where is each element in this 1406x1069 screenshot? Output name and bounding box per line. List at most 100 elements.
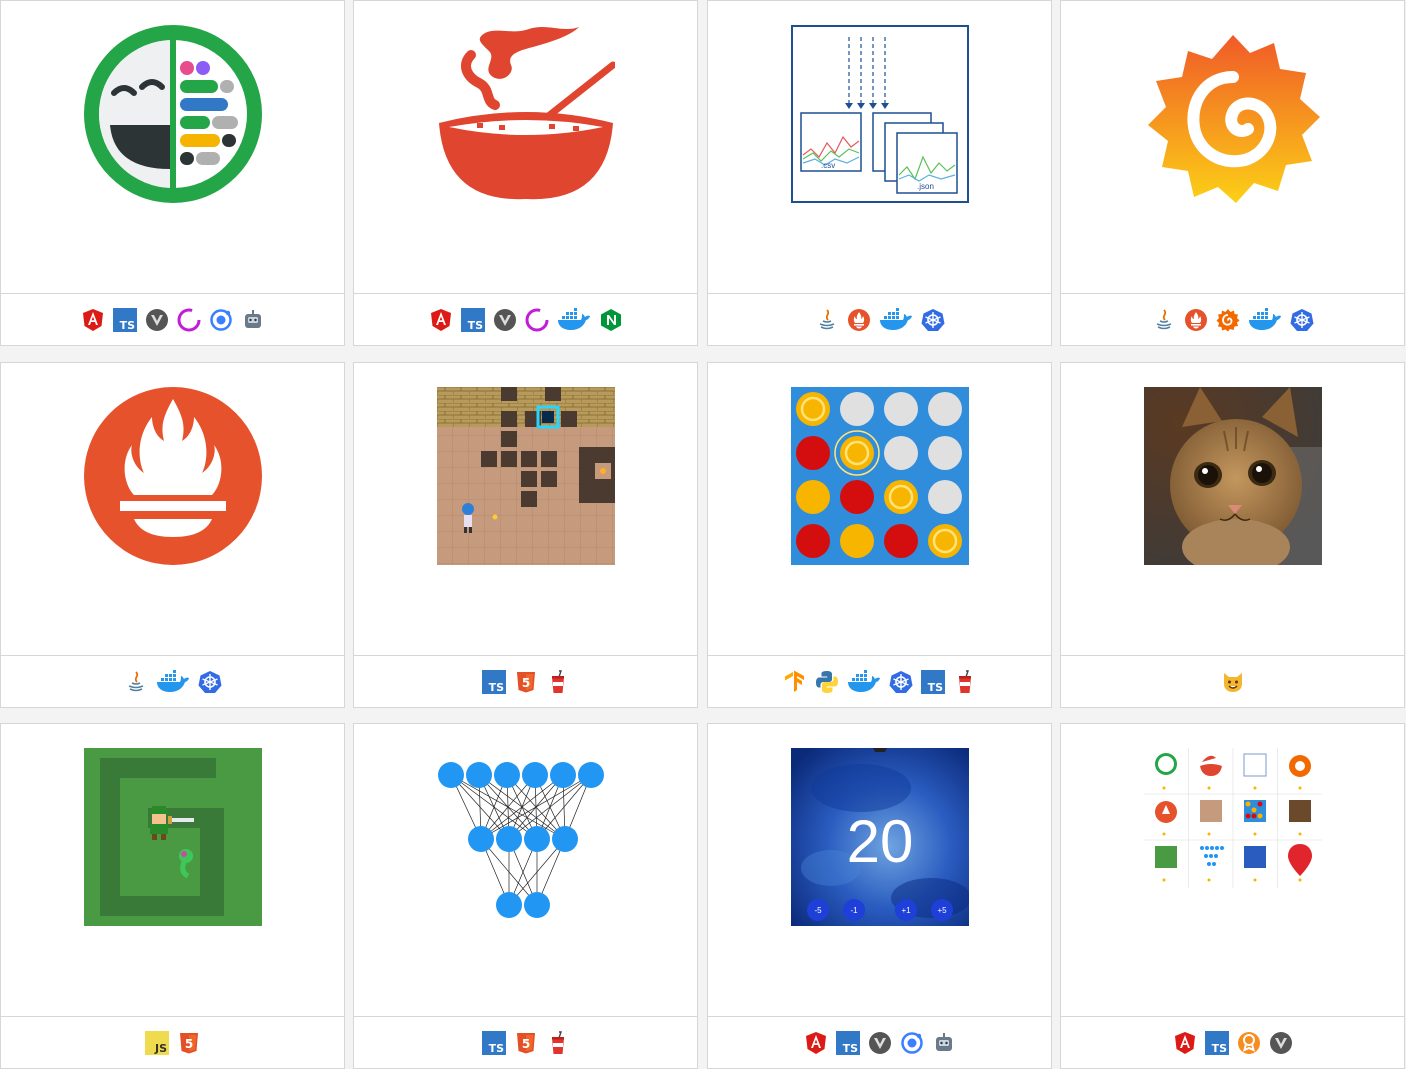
tech-stack-bar	[1, 655, 344, 707]
tensorflow-icon[interactable]	[783, 670, 807, 694]
prometheus-icon[interactable]	[1184, 308, 1208, 332]
typescript-icon[interactable]: TS	[481, 669, 506, 694]
vite-icon[interactable]	[145, 308, 169, 332]
angular-icon[interactable]	[81, 308, 105, 332]
drink-cup-icon[interactable]	[953, 669, 977, 694]
typescript-icon[interactable]: TS	[835, 1030, 860, 1055]
project-card-cat[interactable]	[1060, 362, 1405, 708]
docker-icon[interactable]	[847, 669, 881, 694]
kubernetes-icon[interactable]	[198, 670, 222, 694]
svg-text:-1: -1	[850, 906, 858, 915]
prometheus-icon[interactable]	[847, 308, 871, 332]
project-card-soup[interactable]: TS	[353, 0, 698, 346]
gitmoji-face-logo	[83, 25, 262, 203]
project-card-neural-network[interactable]: TS 5	[353, 723, 698, 1069]
project-card-grafana[interactable]	[1060, 0, 1405, 346]
angular-icon[interactable]	[804, 1031, 828, 1055]
nginx-icon[interactable]	[599, 308, 623, 332]
html5-icon[interactable]: 5	[177, 1031, 201, 1055]
python-icon[interactable]	[815, 670, 839, 694]
tech-stack-bar: TS 5	[354, 1016, 697, 1068]
neural-network-diagram	[437, 762, 604, 918]
project-card-connect-four[interactable]: TS	[707, 362, 1052, 708]
kubernetes-icon[interactable]	[921, 308, 945, 332]
html5-icon[interactable]: 5	[514, 670, 538, 694]
java-icon[interactable]	[1152, 308, 1176, 332]
project-preview[interactable]: 20 -5 -1 +1 +5	[708, 724, 1051, 1016]
project-preview[interactable]	[354, 1, 697, 293]
svg-text:TS: TS	[1211, 1042, 1227, 1055]
connect-four-thumb	[790, 387, 969, 565]
svg-text:TS: TS	[488, 681, 504, 694]
portfolio-grid-thumb	[1143, 748, 1322, 888]
project-card-gitmoji[interactable]: TS	[0, 0, 345, 346]
project-preview[interactable]	[1061, 363, 1404, 655]
svg-text:+5: +5	[937, 906, 947, 915]
project-preview[interactable]	[1061, 1, 1404, 293]
project-preview[interactable]	[354, 724, 697, 1016]
grafana-logo	[1147, 35, 1320, 203]
prettier-icon[interactable]	[525, 308, 549, 332]
docker-icon[interactable]	[879, 307, 913, 332]
typescript-icon[interactable]: TS	[920, 669, 945, 694]
prettier-icon[interactable]	[177, 308, 201, 332]
vite-icon[interactable]	[868, 1031, 892, 1055]
zelda-game-thumb	[83, 748, 262, 926]
ionic-icon[interactable]	[900, 1031, 924, 1055]
tech-stack-bar: TS	[354, 293, 697, 345]
typescript-icon[interactable]: TS	[481, 1030, 506, 1055]
svg-text:.json: .json	[917, 182, 934, 191]
dungeon-game-thumb	[436, 387, 615, 565]
javascript-icon[interactable]: JS	[144, 1030, 169, 1055]
project-preview[interactable]	[1061, 724, 1404, 1016]
drink-cup-icon[interactable]	[546, 669, 570, 694]
svg-text:5: 5	[521, 676, 529, 690]
grafana-icon[interactable]	[1216, 308, 1240, 332]
docker-icon[interactable]	[1248, 307, 1282, 332]
project-preview[interactable]	[1, 363, 344, 655]
project-card-dungeon-game[interactable]: TS 5	[353, 362, 698, 708]
cat-emoji-icon[interactable]	[1221, 670, 1245, 694]
svg-text:+1: +1	[901, 906, 911, 915]
svg-text:TS: TS	[842, 1042, 858, 1055]
robot-icon[interactable]	[932, 1031, 956, 1055]
kubernetes-icon[interactable]	[889, 670, 913, 694]
project-card-prometheus[interactable]	[0, 362, 345, 708]
robot-icon[interactable]	[241, 308, 265, 332]
svg-text:TS: TS	[927, 681, 943, 694]
ribbon-icon[interactable]	[1237, 1031, 1261, 1055]
project-preview[interactable]	[708, 363, 1051, 655]
angular-icon[interactable]	[1173, 1031, 1197, 1055]
typescript-icon[interactable]: TS	[460, 307, 485, 332]
vite-icon[interactable]	[1269, 1031, 1293, 1055]
java-icon[interactable]	[124, 670, 148, 694]
drink-cup-icon[interactable]	[546, 1030, 570, 1055]
angular-icon[interactable]	[429, 308, 453, 332]
project-card-data-collector[interactable]: .csv .json	[707, 0, 1052, 346]
svg-text:-5: -5	[814, 906, 822, 915]
ionic-icon[interactable]	[209, 308, 233, 332]
svg-text:5: 5	[521, 1037, 529, 1051]
vite-icon[interactable]	[493, 308, 517, 332]
project-card-counter[interactable]: 20 -5 -1 +1 +5 TS	[707, 723, 1052, 1069]
project-card-zelda[interactable]: JS 5	[0, 723, 345, 1069]
tech-stack-bar: JS 5	[1, 1016, 344, 1068]
tech-stack-bar: TS	[1061, 1016, 1404, 1068]
project-card-portfolio[interactable]: TS	[1060, 723, 1405, 1069]
project-preview[interactable]	[1, 724, 344, 1016]
svg-text:TS: TS	[119, 319, 135, 332]
docker-icon[interactable]	[156, 669, 190, 694]
project-preview[interactable]	[354, 363, 697, 655]
tech-stack-bar	[1061, 655, 1404, 707]
project-preview[interactable]: .csv .json	[708, 1, 1051, 293]
docker-icon[interactable]	[557, 307, 591, 332]
typescript-icon[interactable]: TS	[1204, 1030, 1229, 1055]
java-icon[interactable]	[815, 308, 839, 332]
typescript-icon[interactable]: TS	[112, 307, 137, 332]
tech-stack-bar	[708, 293, 1051, 345]
html5-icon[interactable]: 5	[514, 1031, 538, 1055]
svg-text:JS: JS	[153, 1042, 166, 1055]
project-preview[interactable]	[1, 1, 344, 293]
kubernetes-icon[interactable]	[1290, 308, 1314, 332]
svg-text:TS: TS	[488, 1042, 504, 1055]
